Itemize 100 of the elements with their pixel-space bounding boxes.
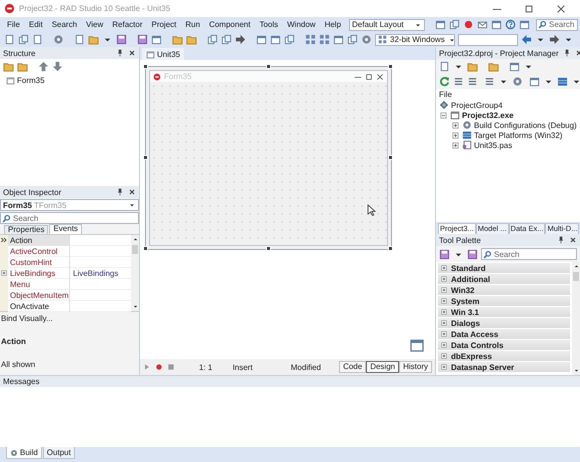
category-header[interactable]: System bbox=[438, 296, 570, 306]
menu-item[interactable]: Component bbox=[206, 20, 254, 29]
folder-icon[interactable] bbox=[172, 34, 183, 45]
pin-icon[interactable] bbox=[557, 236, 565, 244]
window-icon[interactable] bbox=[333, 34, 344, 45]
category-header[interactable]: Datasnap Server bbox=[438, 362, 570, 372]
close-icon[interactable] bbox=[128, 188, 136, 196]
window-icon[interactable] bbox=[270, 34, 281, 45]
folder-icon[interactable] bbox=[3, 61, 14, 72]
menu-item[interactable]: File bbox=[4, 20, 23, 29]
tree-item[interactable]: Build Configurations (Debug) bbox=[474, 120, 577, 130]
grid-icon[interactable] bbox=[305, 34, 316, 45]
search-field[interactable]: Search bbox=[481, 248, 577, 260]
window-icon[interactable] bbox=[491, 19, 502, 30]
close-icon[interactable] bbox=[569, 236, 577, 244]
close-icon[interactable] bbox=[128, 49, 136, 57]
tree-item[interactable]: Form35 bbox=[17, 76, 45, 84]
pin-icon[interactable] bbox=[116, 188, 124, 196]
plus-box-icon[interactable] bbox=[451, 130, 460, 140]
property-name[interactable]: Action bbox=[8, 235, 70, 246]
menu-item[interactable]: Help bbox=[322, 20, 344, 29]
record-icon[interactable] bbox=[463, 19, 474, 30]
menu-item[interactable]: Edit bbox=[26, 20, 46, 29]
folder-icon[interactable] bbox=[186, 34, 197, 45]
property-value[interactable]: LiveBindings bbox=[70, 269, 131, 278]
right-arrow-icon[interactable] bbox=[549, 34, 560, 45]
object-dropdown[interactable]: Form35 TForm35 bbox=[0, 199, 139, 211]
window-icon[interactable] bbox=[529, 76, 540, 87]
property-name[interactable]: Menu bbox=[8, 279, 70, 290]
property-name[interactable]: ObjectMenuItem bbox=[8, 290, 70, 301]
documents-icon[interactable] bbox=[449, 19, 460, 30]
menu-item[interactable]: Run bbox=[182, 20, 204, 29]
tree-item[interactable]: ProjectGroup4 bbox=[451, 100, 503, 110]
window-icon[interactable] bbox=[151, 34, 162, 45]
menu-item[interactable]: Project bbox=[148, 20, 180, 29]
refresh-icon[interactable] bbox=[439, 76, 450, 87]
scrollbar-thumb[interactable] bbox=[132, 245, 138, 254]
list-icon[interactable] bbox=[467, 76, 478, 87]
selection-handle[interactable] bbox=[143, 64, 148, 69]
left-arrow-icon[interactable] bbox=[521, 34, 532, 45]
window-icon[interactable] bbox=[435, 19, 446, 30]
scrollbar[interactable] bbox=[131, 235, 139, 311]
save-icon[interactable] bbox=[137, 34, 148, 45]
editor-tab[interactable]: Unit35 bbox=[142, 48, 184, 60]
category-header[interactable]: Win 3.1 bbox=[438, 307, 570, 317]
scrollbar[interactable] bbox=[572, 262, 580, 375]
documents-icon[interactable] bbox=[284, 34, 295, 45]
menu-item[interactable]: Search bbox=[48, 20, 80, 29]
pin-icon[interactable] bbox=[562, 49, 571, 57]
category-header[interactable]: Dialogs bbox=[438, 318, 570, 328]
category-header[interactable]: dbExpress bbox=[438, 351, 570, 361]
view-tab[interactable]: Code bbox=[339, 361, 366, 373]
minus-box-icon[interactable] bbox=[439, 110, 448, 120]
documents-icon[interactable] bbox=[207, 34, 218, 45]
category-header[interactable]: Standard bbox=[438, 263, 570, 273]
plus-box-icon[interactable] bbox=[451, 120, 460, 130]
property-name[interactable]: CustomHint bbox=[8, 257, 70, 268]
category-header[interactable]: Data Access bbox=[438, 329, 570, 339]
gear-icon[interactable] bbox=[53, 34, 64, 45]
window-icon[interactable] bbox=[256, 34, 267, 45]
document-icon[interactable] bbox=[439, 61, 450, 72]
tree-item[interactable]: Unit35.pas bbox=[474, 140, 512, 150]
input-field[interactable] bbox=[458, 34, 518, 46]
link[interactable]: Bind Visually... bbox=[0, 312, 139, 325]
tree-item[interactable]: Project32.exe bbox=[462, 110, 514, 120]
envelope-icon[interactable] bbox=[477, 19, 488, 30]
layout-dropdown[interactable]: Default Layout bbox=[349, 18, 426, 30]
documents-icon[interactable] bbox=[221, 34, 232, 45]
stack-icon[interactable] bbox=[557, 76, 568, 87]
search-field[interactable]: Search bbox=[0, 212, 139, 224]
window-icon[interactable] bbox=[509, 61, 520, 72]
pin-icon[interactable] bbox=[116, 49, 124, 57]
list-icon[interactable] bbox=[484, 76, 495, 87]
menu-item[interactable]: Window bbox=[284, 20, 319, 29]
tab[interactable]: Output bbox=[42, 447, 75, 459]
selection-handle[interactable] bbox=[388, 155, 393, 160]
document-icon[interactable] bbox=[4, 34, 15, 45]
maximize-icon[interactable] bbox=[524, 4, 534, 14]
view-tab[interactable]: Design bbox=[366, 361, 400, 373]
right-arrow-icon[interactable] bbox=[235, 34, 246, 45]
tree-item[interactable]: Target Platforms (Win32) bbox=[474, 130, 562, 140]
selection-handle[interactable] bbox=[388, 64, 393, 69]
selection-handle[interactable] bbox=[388, 246, 393, 251]
selection-handle[interactable] bbox=[266, 246, 270, 251]
plus-box-icon[interactable] bbox=[0, 269, 8, 277]
list-icon[interactable] bbox=[453, 76, 464, 87]
menu-item[interactable]: View bbox=[83, 20, 106, 29]
property-name[interactable]: ActiveControl bbox=[8, 246, 70, 257]
tab[interactable]: Properties bbox=[4, 225, 48, 234]
folder-icon[interactable] bbox=[488, 61, 499, 72]
save-icon[interactable] bbox=[467, 248, 478, 260]
scrollbar-thumb[interactable] bbox=[573, 272, 579, 281]
save-icon[interactable] bbox=[439, 248, 450, 260]
selection-handle[interactable] bbox=[143, 246, 148, 251]
category-header[interactable]: Additional bbox=[438, 274, 570, 284]
search-field[interactable]: Search bbox=[536, 18, 578, 30]
gear-icon[interactable] bbox=[361, 34, 372, 45]
help-icon[interactable] bbox=[505, 19, 516, 30]
grid-icon[interactable] bbox=[319, 34, 330, 45]
selection-handle[interactable] bbox=[266, 64, 270, 69]
